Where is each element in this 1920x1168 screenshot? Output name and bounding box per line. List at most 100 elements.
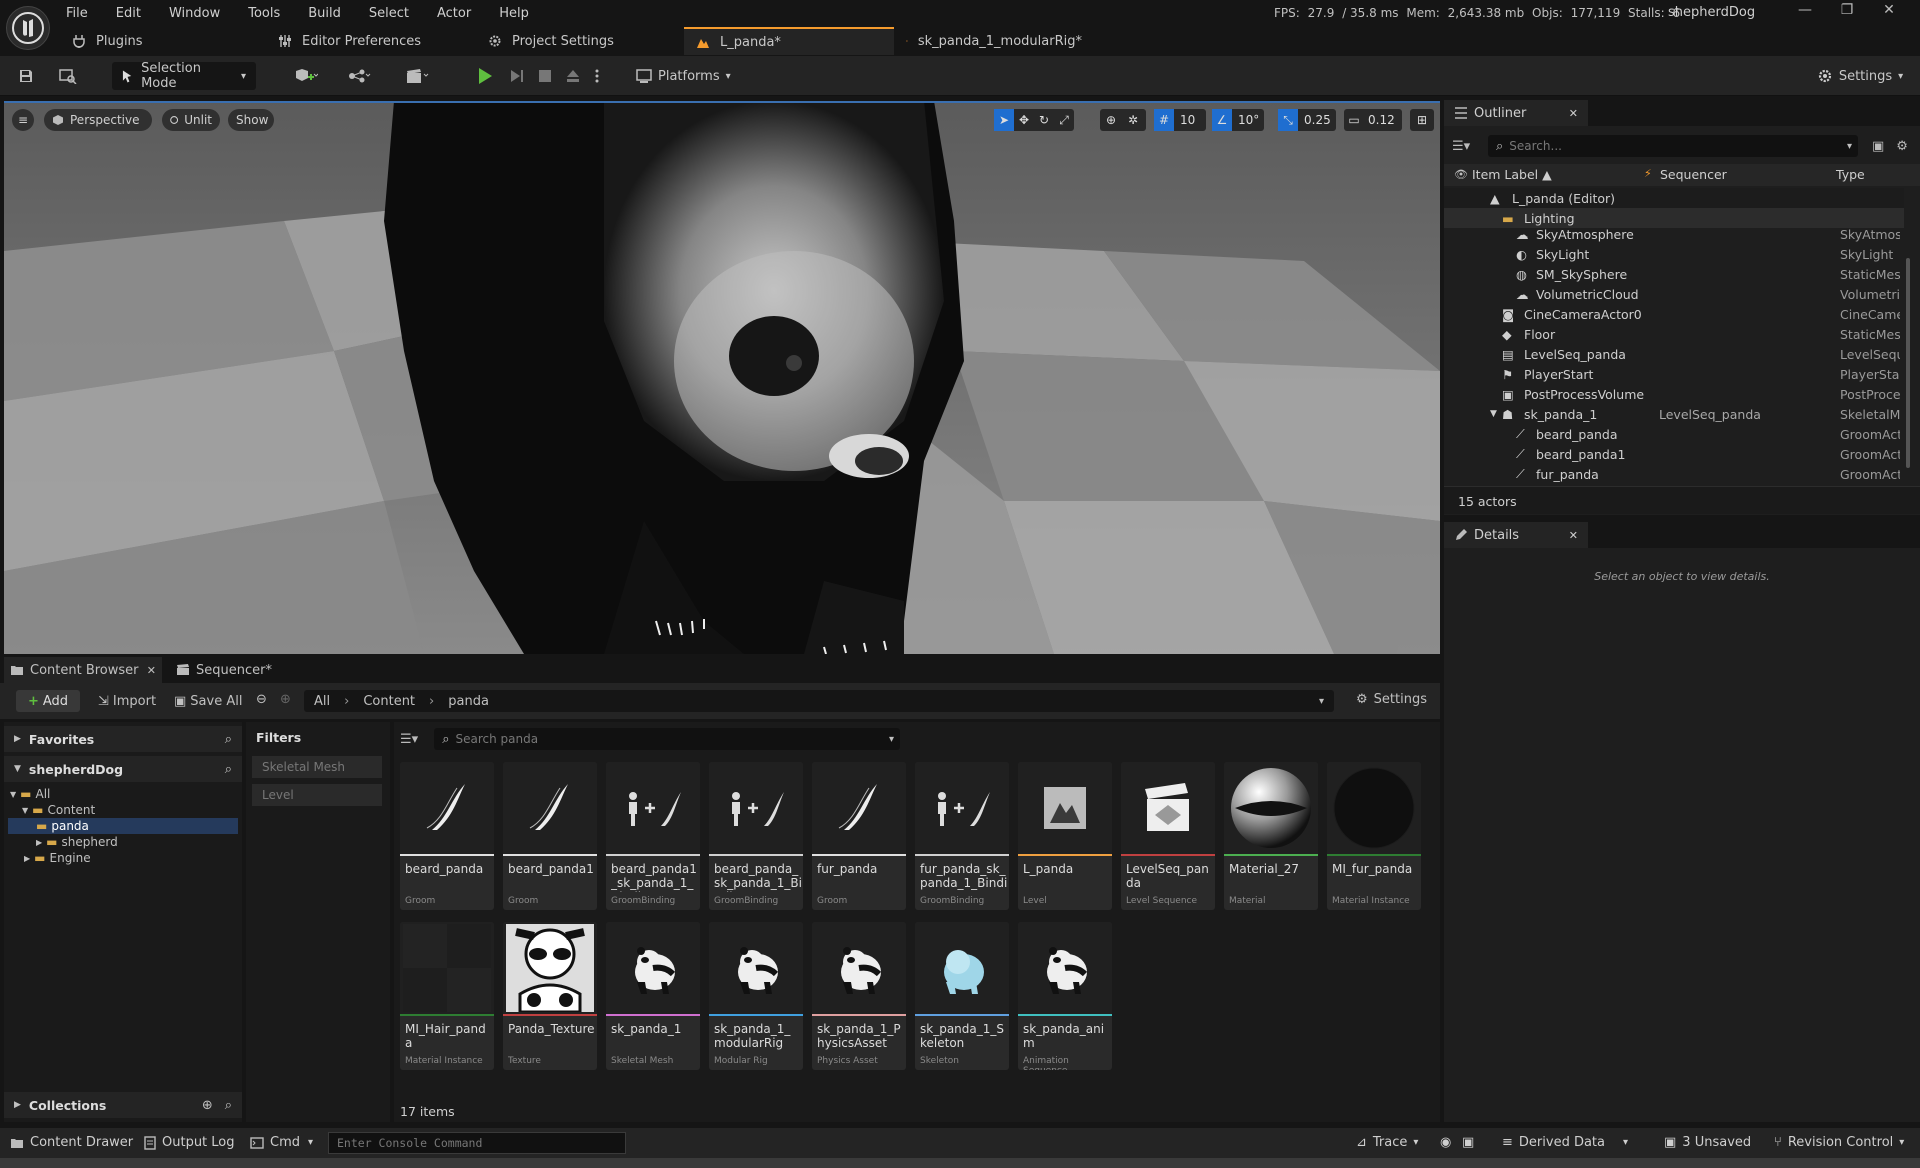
tab-plugins[interactable]: Plugins [60,27,266,55]
outliner-row[interactable]: ◐ SkyLight SkyLight [1444,244,1904,264]
menu-actor[interactable]: Actor [437,6,471,21]
breadcrumb-all[interactable]: All [314,694,330,709]
asset-tile[interactable]: sk_panda_1_Skeleton Skeleton [915,922,1009,1070]
screenshot-icon[interactable]: ▣ [1462,1135,1474,1150]
asset-tile[interactable]: sk_panda_1 Skeletal Mesh [606,922,700,1070]
tab-content-browser[interactable]: Content Browser ✕ [4,657,162,683]
close-icon[interactable]: ✕ [1868,2,1910,18]
browse-icon[interactable] [56,62,80,90]
favorites-header[interactable]: ▶ Favorites ⌕ [4,726,242,752]
col-item-label[interactable]: Item Label ▲ [1472,167,1552,182]
level-viewport[interactable]: ≡ Perspective Unlit Show ➤ ✥ ↻ ⤢ ⊕ ✲ # 1… [4,101,1440,654]
col-sequencer[interactable]: Sequencer [1660,167,1727,182]
more-options-icon[interactable] [590,62,604,90]
breadcrumb-content[interactable]: Content [363,694,415,709]
asset-tile[interactable]: beard_panda_sk_panda_1_Binding GroomBindi… [709,762,803,910]
filter-icon[interactable]: ☰▾ [400,732,434,747]
menu-window[interactable]: Window [169,6,220,21]
scale-snap[interactable]: ⤡ 0.25 [1278,109,1336,131]
derived-data-dropdown[interactable]: ≡ Derived Data ▾ [1502,1135,1628,1150]
chevron-down-icon[interactable]: ▾ [1319,696,1324,707]
tree-item-engine[interactable]: ▶ ▬ Engine [24,850,91,866]
selection-mode-dropdown[interactable]: Selection Mode ▾ [112,61,256,91]
rotation-snap[interactable]: ∠ 10° [1212,109,1264,131]
stop-icon[interactable] [532,62,558,90]
close-icon[interactable]: ✕ [1569,107,1578,120]
search-icon[interactable]: ⌕ [225,762,232,777]
back-icon[interactable]: ⊖ [256,692,267,707]
asset-tile[interactable]: MI_fur_panda Material Instance [1327,762,1421,910]
asset-tile[interactable]: sk_panda_1_PhysicsAsset Physics Asset [812,922,906,1070]
outliner-row[interactable]: ⟋ beard_panda GroomActe [1444,424,1904,444]
surface-snap-icon[interactable]: ✲ [1122,113,1144,127]
close-icon[interactable]: ✕ [147,664,156,677]
viewport-menu-icon[interactable]: ≡ [12,109,34,131]
asset-tile[interactable]: MI_Hair_panda Material Instance [400,922,494,1070]
import-button[interactable]: ⇲ Import [98,692,156,710]
chevron-down-icon[interactable]: ▼ [1490,409,1497,419]
restore-icon[interactable]: ❐ [1826,2,1868,18]
outliner-row[interactable]: ▼ ☗ sk_panda_1 LevelSeq_panda SkeletalMe [1444,404,1904,424]
tab-editor-preferences[interactable]: Editor Preferences [266,27,476,55]
forward-icon[interactable]: ⊕ [280,692,291,707]
asset-tile[interactable]: fur_panda_sk_panda_1_Binding GroomBinding [915,762,1009,910]
breadcrumb-panda[interactable]: panda [448,694,489,709]
gear-icon[interactable]: ⚙ [1896,139,1908,154]
outliner-row[interactable]: ◆ Floor StaticMesl [1444,324,1904,344]
tree-item-content[interactable]: ▼ ▬ Content [22,802,95,818]
search-icon[interactable]: ⌕ [225,732,232,747]
layout-icon[interactable]: ⊞ [1410,109,1434,131]
add-folder-icon[interactable]: ▣ [1872,139,1884,154]
filter-skeletal-mesh[interactable]: Skeletal Mesh [252,756,382,778]
chevron-down-icon[interactable]: ▾ [1847,141,1852,152]
asset-tile[interactable]: fur_panda Groom [812,762,906,910]
outliner-row[interactable]: ▣ PostProcessVolume PostProce [1444,384,1904,404]
cb-settings-button[interactable]: ⚙ Settings [1356,692,1427,707]
output-log-button[interactable]: Output Log [144,1135,235,1150]
settings-dropdown[interactable]: Settings ▾ [1812,62,1908,90]
outliner-row[interactable]: ☁ SkyAtmosphere SkyAtmos| [1444,224,1904,244]
cinematics-icon[interactable] [398,62,438,90]
tree-item-shepherd[interactable]: ▶ ▬ shepherd [36,834,118,850]
play-icon[interactable] [472,62,498,90]
menu-build[interactable]: Build [308,6,341,21]
asset-tile[interactable]: beard_panda Groom [400,762,494,910]
eye-icon[interactable]: 👁 [1454,168,1468,181]
asset-tile[interactable]: Panda_Texture Texture [503,922,597,1070]
outliner-row[interactable]: ▲ L_panda (Editor) [1444,188,1904,208]
asset-tile[interactable]: LevelSeq_panda Level Sequence [1121,762,1215,910]
blueprint-icon[interactable] [340,62,380,90]
outliner-row[interactable]: ◍ SM_SkySphere StaticMesl [1444,264,1904,284]
scale-icon[interactable]: ⤢ [1054,113,1074,128]
asset-tile[interactable]: beard_panda1 Groom [503,762,597,910]
filter-level[interactable]: Level [252,784,382,806]
outliner-row[interactable]: ⟋ fur_panda GroomActe [1444,464,1904,484]
console-input[interactable]: Enter Console Command [328,1132,626,1154]
unreal-logo-icon[interactable] [6,6,50,50]
step-icon[interactable] [504,62,530,90]
revision-control-dropdown[interactable]: ⑂ Revision Control ▾ [1774,1135,1904,1150]
cmd-dropdown[interactable]: Cmd ▾ [250,1135,313,1150]
content-drawer-button[interactable]: Content Drawer [10,1135,133,1150]
tab-l-panda[interactable]: L_panda* [684,27,894,55]
unsaved-button[interactable]: ▣ 3 Unsaved [1664,1135,1751,1150]
outliner-row[interactable]: ◙ CineCameraActor0 CineCamer [1444,304,1904,324]
collections-header[interactable]: ▶ Collections ⊕ ⌕ [4,1092,242,1118]
outliner-scrollbar[interactable] [1906,258,1910,468]
menu-file[interactable]: File [66,6,88,21]
add-collection-icon[interactable]: ⊕ [202,1098,213,1113]
trace-dropdown[interactable]: ⊿ Trace ▾ [1356,1135,1418,1150]
show-button[interactable]: Show [228,109,274,131]
tab-modular-rig[interactable]: sk_panda_1_modularRig* [894,27,1094,55]
search-icon[interactable]: ⌕ [225,1098,232,1113]
save-icon[interactable] [14,62,38,90]
details-tab[interactable]: Details ✕ [1444,522,1588,548]
perspective-button[interactable]: Perspective [44,109,152,131]
asset-search[interactable]: ⌕ Search panda ▾ [434,728,900,750]
menu-help[interactable]: Help [499,6,529,21]
col-type[interactable]: Type [1836,167,1865,182]
outliner-row[interactable]: ☁ VolumetricCloud Volumetric [1444,284,1904,304]
filter-icon[interactable]: ☰▾ [1452,139,1488,154]
asset-tile[interactable]: sk_panda_1_modularRig Modular Rig [709,922,803,1070]
outliner-row[interactable]: ⚑ PlayerStart PlayerStar [1444,364,1904,384]
